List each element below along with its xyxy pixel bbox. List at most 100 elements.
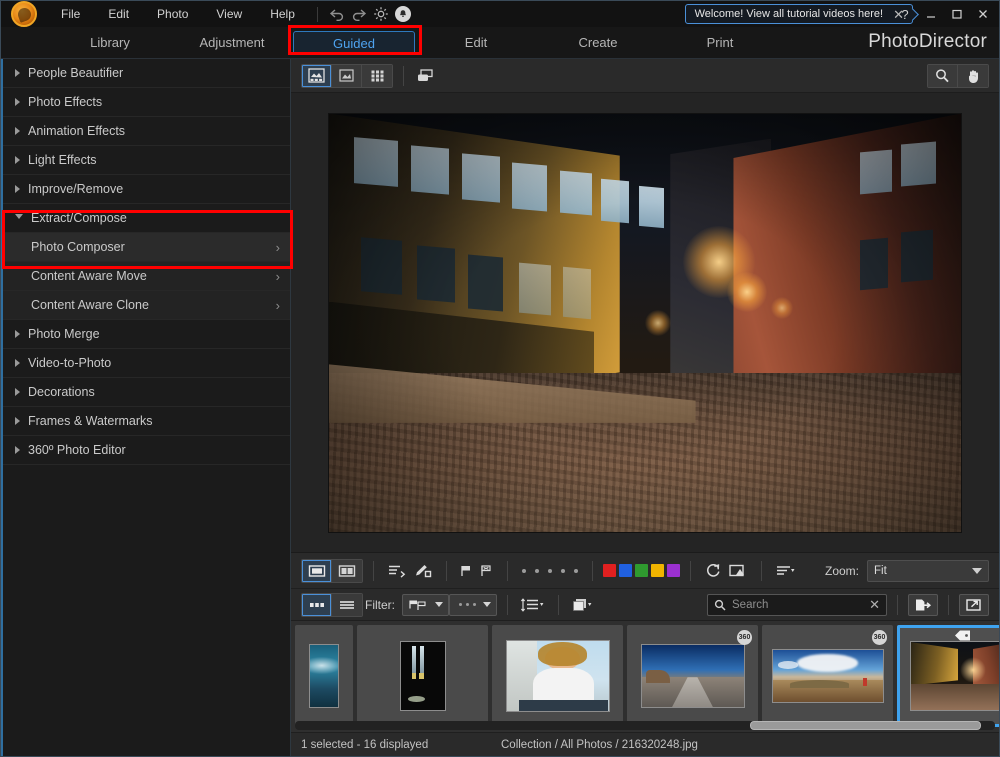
- sidebar-item-label: Decorations: [28, 385, 95, 399]
- sidebar-item-photo-merge[interactable]: Photo Merge: [3, 320, 290, 349]
- sort-order-icon[interactable]: [384, 560, 410, 582]
- menu-file[interactable]: File: [47, 1, 94, 27]
- filter-bar: Filter: Search ✕: [291, 588, 999, 620]
- tutorial-tooltip[interactable]: Welcome! View all tutorial videos here! …: [684, 4, 913, 24]
- list-view-icon[interactable]: [332, 593, 362, 616]
- pencil-tag-icon[interactable]: [410, 560, 436, 582]
- list-item[interactable]: [295, 625, 353, 727]
- sidebar-empty-area: [3, 465, 290, 756]
- tab-create[interactable]: Create: [537, 31, 659, 55]
- canyon-panorama-360-photo: [772, 650, 883, 702]
- stack-icon[interactable]: [569, 594, 599, 616]
- sidebar-item-people-beautifier[interactable]: People Beautifier: [3, 59, 290, 88]
- sort-menu-icon[interactable]: [772, 560, 802, 582]
- menu-edit[interactable]: Edit: [94, 1, 143, 27]
- close-button[interactable]: [971, 3, 995, 25]
- sidebar-item-decorations[interactable]: Decorations: [3, 378, 290, 407]
- view-compare-icon[interactable]: [332, 64, 362, 87]
- sidebar-item-content-aware-move[interactable]: Content Aware Move ›: [3, 262, 290, 291]
- rating-dot[interactable]: [574, 568, 578, 573]
- rating-dot[interactable]: [561, 568, 565, 573]
- rating-dot[interactable]: [548, 568, 552, 573]
- divider: [403, 65, 404, 86]
- sidebar-item-extract-compose[interactable]: Extract/Compose: [3, 204, 290, 233]
- filmstrip[interactable]: 360 360: [291, 620, 999, 732]
- status-bar: 1 selected - 16 displayed Collection / A…: [291, 732, 999, 756]
- menu-view[interactable]: View: [202, 1, 256, 27]
- rating-dot[interactable]: [535, 568, 539, 573]
- tab-print[interactable]: Print: [659, 31, 781, 55]
- undo-icon[interactable]: [326, 3, 348, 25]
- view-single-photo-icon[interactable]: [302, 64, 332, 87]
- sidebar-item-frames-watermarks[interactable]: Frames & Watermarks: [3, 407, 290, 436]
- single-view-icon[interactable]: [302, 559, 332, 582]
- night-street-photo[interactable]: [329, 113, 961, 532]
- tab-library[interactable]: Library: [49, 31, 171, 55]
- sidebar-item-video-to-photo[interactable]: Video-to-Photo: [3, 349, 290, 378]
- rotate-right-icon[interactable]: [701, 560, 725, 582]
- rating-dot[interactable]: [522, 568, 526, 573]
- sidebar-item-label: Photo Effects: [28, 95, 103, 109]
- app-logo: [1, 1, 47, 27]
- photo-canvas[interactable]: [291, 93, 999, 552]
- list-item[interactable]: 360: [762, 625, 893, 727]
- list-item[interactable]: 360: [627, 625, 758, 727]
- tab-guided[interactable]: Guided: [293, 30, 415, 55]
- module-tab-bar: Library Adjustment Guided Edit Create Pr…: [1, 27, 999, 59]
- duplicate-layers-icon[interactable]: [414, 65, 436, 87]
- open-external-icon[interactable]: [959, 593, 989, 616]
- list-item[interactable]: [492, 625, 623, 727]
- menu-photo[interactable]: Photo: [143, 1, 202, 27]
- minimize-button[interactable]: [919, 3, 943, 25]
- redo-icon[interactable]: [348, 3, 370, 25]
- flag-filter-icon[interactable]: [402, 593, 449, 616]
- badge-360: 360: [737, 630, 752, 645]
- maximize-button[interactable]: [945, 3, 969, 25]
- chevron-down-icon: [15, 213, 23, 223]
- search-input[interactable]: Search ✕: [707, 593, 887, 616]
- sidebar-item-light-effects[interactable]: Light Effects: [3, 146, 290, 175]
- color-label-green[interactable]: [635, 564, 648, 577]
- sidebar-item-360-photo-editor[interactable]: 360º Photo Editor: [3, 436, 290, 465]
- color-label-yellow[interactable]: [651, 564, 664, 577]
- view-grid-icon[interactable]: [362, 64, 392, 87]
- chevron-right-icon: [15, 330, 20, 338]
- bell-icon[interactable]: [392, 3, 414, 25]
- hand-tool-icon[interactable]: [958, 64, 988, 87]
- sidebar-item-photo-effects[interactable]: Photo Effects: [3, 88, 290, 117]
- chevron-right-icon: ›: [275, 297, 280, 313]
- color-label-purple[interactable]: [667, 564, 680, 577]
- sidebar-item-content-aware-clone[interactable]: Content Aware Clone ›: [3, 291, 290, 320]
- list-item[interactable]: [357, 625, 488, 727]
- tab-edit[interactable]: Edit: [415, 31, 537, 55]
- magnifier-icon[interactable]: [928, 64, 958, 87]
- list-item[interactable]: [897, 625, 999, 727]
- chevron-right-icon: [15, 185, 20, 193]
- chevron-right-icon: [15, 446, 20, 454]
- search-icon: [714, 599, 726, 611]
- sort-size-icon[interactable]: [518, 594, 548, 616]
- flag-icon[interactable]: [457, 560, 477, 582]
- color-label-blue[interactable]: [619, 564, 632, 577]
- color-label-red[interactable]: [603, 564, 616, 577]
- export-icon[interactable]: [908, 593, 938, 616]
- split-view-icon[interactable]: [332, 559, 362, 582]
- filmstrip-scrollbar[interactable]: [295, 721, 995, 730]
- clear-icon[interactable]: ✕: [869, 598, 880, 611]
- sidebar-item-photo-composer[interactable]: Photo Composer ›: [3, 233, 290, 262]
- zoom-select[interactable]: Fit: [867, 559, 989, 582]
- gear-icon[interactable]: [370, 3, 392, 25]
- menu-help[interactable]: Help: [256, 1, 309, 27]
- chevron-down-icon: [435, 602, 443, 607]
- slideshow-icon[interactable]: [725, 560, 751, 582]
- help-button[interactable]: ?: [893, 3, 917, 25]
- tab-adjustment[interactable]: Adjustment: [171, 31, 293, 55]
- scrollbar-thumb[interactable]: [750, 721, 981, 730]
- rating-filter-icon[interactable]: [449, 593, 497, 616]
- reject-flag-icon[interactable]: [477, 560, 497, 582]
- thumbnail-view-icon[interactable]: [302, 593, 332, 616]
- sidebar-item-animation-effects[interactable]: Animation Effects: [3, 117, 290, 146]
- rating-dots[interactable]: [518, 568, 582, 573]
- sidebar-item-improve-remove[interactable]: Improve/Remove: [3, 175, 290, 204]
- wave-photo: [310, 645, 338, 707]
